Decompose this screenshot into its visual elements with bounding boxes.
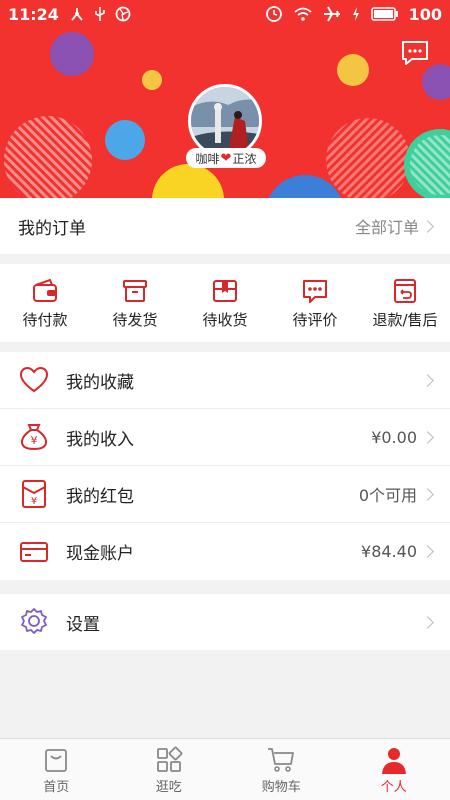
message-icon[interactable] bbox=[400, 40, 430, 66]
order-pending-review[interactable]: 待评价 bbox=[270, 264, 360, 342]
menu-cash-account[interactable]: 现金账户 ¥84.40 bbox=[0, 523, 450, 580]
menu-income[interactable]: ¥ 我的收入 ¥0.00 bbox=[0, 409, 450, 466]
nav-cart-label: 购物车 bbox=[261, 779, 301, 795]
order-pending-payment[interactable]: 待付款 bbox=[0, 264, 90, 342]
svg-text:¥: ¥ bbox=[31, 434, 38, 447]
chevron-right-icon bbox=[421, 430, 434, 444]
chevron-right-icon bbox=[421, 373, 434, 387]
menu-cash-account-label: 现金账户 bbox=[66, 544, 134, 564]
comment-icon bbox=[303, 279, 327, 303]
red-envelope-icon: ¥ bbox=[22, 480, 46, 508]
battery-level: 100 bbox=[408, 4, 442, 24]
nav-profile-label: 个人 bbox=[380, 779, 407, 795]
charging-icon bbox=[352, 7, 359, 21]
bag-icon bbox=[45, 748, 68, 772]
menu-red-envelope-label: 我的红包 bbox=[66, 486, 134, 507]
avatar[interactable] bbox=[188, 84, 262, 158]
nickname-part-2: 正浓 bbox=[232, 151, 257, 166]
wifi-icon bbox=[294, 7, 312, 21]
bottom-navigation: 首页 逛吃 购物车 个人 bbox=[0, 738, 450, 800]
order-pending-shipment[interactable]: 待发货 bbox=[90, 264, 180, 342]
gear-icon bbox=[21, 608, 47, 634]
all-orders-link[interactable]: 全部订单 bbox=[354, 214, 434, 238]
order-pending-review-label: 待评价 bbox=[292, 310, 338, 329]
person-icon bbox=[381, 747, 406, 774]
menu-income-value: ¥0.00 bbox=[371, 427, 417, 447]
chevron-right-icon bbox=[421, 545, 434, 558]
aperture-icon bbox=[115, 6, 131, 22]
heart-emoji: ❤ bbox=[220, 150, 232, 166]
battery-icon bbox=[370, 7, 398, 21]
all-orders-label: 全部订单 bbox=[354, 218, 419, 237]
package-icon bbox=[213, 279, 237, 302]
order-refund[interactable]: 退款/售后 bbox=[360, 264, 450, 342]
account-menu: 我的收藏 ¥ 我的收入 ¥0.00 ¥ 我的红包 0个可用 现金账户 ¥84.4… bbox=[0, 352, 450, 580]
svg-text:¥: ¥ bbox=[31, 496, 37, 507]
chevron-right-icon bbox=[421, 219, 434, 233]
menu-settings-label: 设置 bbox=[66, 614, 100, 635]
heart-icon bbox=[19, 366, 49, 393]
order-refund-label: 退款/售后 bbox=[372, 310, 438, 329]
airplane-icon bbox=[323, 6, 340, 22]
nav-home[interactable]: 首页 bbox=[0, 739, 113, 800]
refund-icon bbox=[394, 278, 416, 303]
nickname-part-1: 咖啡 bbox=[195, 151, 220, 166]
menu-red-envelope[interactable]: ¥ 我的红包 0个可用 bbox=[0, 466, 450, 523]
grid-icon bbox=[156, 746, 183, 772]
usb-icon bbox=[95, 7, 105, 21]
menu-favorites[interactable]: 我的收藏 bbox=[0, 352, 450, 409]
menu-favorites-label: 我的收藏 bbox=[66, 372, 134, 393]
nav-home-label: 首页 bbox=[43, 779, 70, 795]
cart-icon bbox=[268, 747, 295, 772]
menu-cash-account-value: ¥84.40 bbox=[361, 542, 417, 561]
box-icon bbox=[123, 279, 147, 302]
order-pending-shipment-label: 待发货 bbox=[112, 310, 158, 329]
nav-profile[interactable]: 个人 bbox=[338, 739, 450, 800]
my-orders-header[interactable]: 我的订单 全部订单 bbox=[0, 198, 450, 254]
my-orders-title: 我的订单 bbox=[18, 218, 86, 239]
profile-header: 11:24 100 咖啡 ❤ 正浓 bbox=[0, 0, 450, 198]
money-bag-icon: ¥ bbox=[20, 424, 48, 451]
alarm-icon bbox=[265, 6, 282, 22]
menu-red-envelope-value: 0个可用 bbox=[358, 486, 417, 505]
status-bar: 11:24 100 bbox=[0, 0, 450, 28]
nav-explore-label: 逛吃 bbox=[155, 779, 182, 795]
wallet-icon bbox=[33, 278, 57, 302]
card-icon bbox=[20, 541, 48, 562]
menu-income-label: 我的收入 bbox=[66, 429, 134, 450]
nickname-badge[interactable]: 咖啡 ❤ 正浓 bbox=[186, 148, 266, 168]
share-icon bbox=[71, 8, 83, 21]
order-pending-receipt-label: 待收货 bbox=[202, 310, 248, 329]
chevron-right-icon bbox=[421, 615, 434, 629]
order-pending-receipt[interactable]: 待收货 bbox=[180, 264, 270, 342]
nav-cart[interactable]: 购物车 bbox=[225, 739, 338, 800]
nav-explore[interactable]: 逛吃 bbox=[113, 739, 226, 800]
menu-settings[interactable]: 设置 bbox=[0, 594, 450, 650]
status-time: 11:24 bbox=[8, 4, 59, 24]
chevron-right-icon bbox=[421, 487, 434, 501]
order-status-row: 待付款 待发货 待收货 待评价 退款/售后 bbox=[0, 264, 450, 342]
order-pending-payment-label: 待付款 bbox=[22, 310, 68, 329]
